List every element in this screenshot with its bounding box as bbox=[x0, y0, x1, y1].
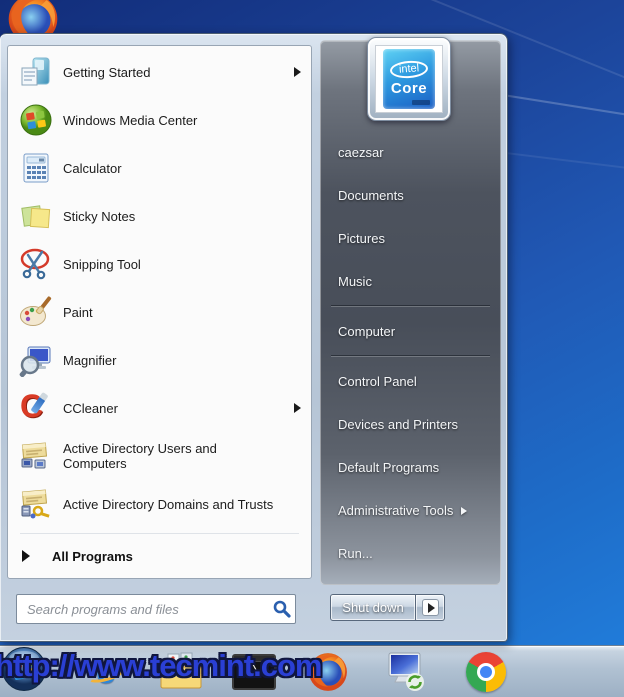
menu-item-windows-media-center[interactable]: Windows Media Center bbox=[8, 96, 311, 144]
submenu-arrow-icon bbox=[294, 67, 301, 77]
menu-item-label: Magnifier bbox=[63, 352, 117, 368]
start-menu-places-panel: caezsar Documents Pictures Music Compute… bbox=[320, 40, 501, 585]
menu-item-label: Paint bbox=[63, 304, 93, 320]
tecmint-watermark: http://www.tecmint.com bbox=[0, 648, 322, 683]
menu-item-documents[interactable]: Documents bbox=[321, 174, 500, 217]
menu-item-label: Computer bbox=[338, 324, 396, 339]
all-programs-arrow-icon bbox=[22, 550, 30, 562]
menu-item-paint[interactable]: Paint bbox=[8, 288, 311, 336]
menu-item-calculator[interactable]: Calculator bbox=[8, 144, 311, 192]
menu-item-snipping-tool[interactable]: Snipping Tool bbox=[8, 240, 311, 288]
menu-item-ad-users-computers[interactable]: Active Directory Users and Computers bbox=[8, 432, 311, 480]
start-menu: Getting Started Windows Media Center Cal… bbox=[0, 33, 508, 642]
shutdown-arrow-pill bbox=[421, 599, 439, 616]
menu-item-label: Active Directory Domains and Trusts bbox=[63, 496, 274, 512]
remote-desktop-icon bbox=[388, 652, 424, 691]
chrome-taskbar-icon[interactable] bbox=[464, 651, 508, 693]
menu-item-label: Administrative Tools bbox=[338, 503, 454, 518]
ad-domains-icon bbox=[18, 486, 54, 522]
submenu-arrow-icon bbox=[461, 506, 468, 515]
user-name-label: caezsar bbox=[338, 145, 384, 160]
menu-item-label: Music bbox=[338, 274, 372, 289]
snipping-tool-icon bbox=[18, 246, 54, 282]
menu-item-label: Pictures bbox=[338, 231, 385, 246]
getting-started-icon bbox=[18, 54, 54, 90]
menu-item-sticky-notes[interactable]: Sticky Notes bbox=[8, 192, 311, 240]
menu-item-label: CCleaner bbox=[63, 400, 118, 416]
menu-separator bbox=[331, 355, 490, 357]
search-icon[interactable] bbox=[271, 599, 295, 619]
search-box[interactable] bbox=[16, 594, 296, 624]
search-strip bbox=[7, 588, 312, 632]
menu-item-computer[interactable]: Computer bbox=[321, 310, 500, 353]
menu-item-label: Run... bbox=[338, 546, 373, 561]
menu-item-label: Sticky Notes bbox=[63, 208, 136, 224]
sticky-notes-icon bbox=[18, 198, 54, 234]
menu-item-getting-started[interactable]: Getting Started bbox=[8, 48, 311, 96]
avatar-card: intel Core bbox=[375, 45, 443, 113]
menu-item-label: Default Programs bbox=[338, 460, 440, 475]
menu-item-label: Control Panel bbox=[338, 374, 417, 389]
menu-item-ccleaner[interactable]: C CCleaner bbox=[8, 384, 311, 432]
media-center-icon bbox=[18, 102, 54, 138]
intel-core-badge: intel Core bbox=[383, 49, 435, 109]
menu-item-label: Calculator bbox=[63, 160, 122, 176]
shut-down-options-button[interactable] bbox=[416, 594, 445, 621]
shutdown-arrow-icon bbox=[427, 602, 435, 613]
calculator-icon bbox=[18, 150, 54, 186]
menu-item-devices-printers[interactable]: Devices and Printers bbox=[321, 403, 500, 446]
ad-users-icon bbox=[18, 438, 54, 474]
menu-item-run[interactable]: Run... bbox=[321, 532, 500, 575]
shut-down-button[interactable]: Shut down bbox=[330, 594, 416, 621]
menu-item-label: Snipping Tool bbox=[63, 256, 141, 272]
windows7-desktop-screen: Getting Started Windows Media Center Cal… bbox=[0, 0, 624, 697]
menu-item-label: Devices and Printers bbox=[338, 417, 458, 432]
menu-item-label: Active Directory Users and Computers bbox=[63, 441, 217, 471]
start-menu-program-list: Getting Started Windows Media Center Cal… bbox=[7, 45, 312, 579]
shutdown-row: Shut down bbox=[320, 590, 501, 630]
menu-item-default-programs[interactable]: Default Programs bbox=[321, 446, 500, 489]
intel-logo-text: intel bbox=[389, 59, 429, 80]
menu-item-label: Windows Media Center bbox=[63, 112, 198, 128]
menu-item-music[interactable]: Music bbox=[321, 260, 500, 303]
menu-item-label: Documents bbox=[338, 188, 404, 203]
menu-item-control-panel[interactable]: Control Panel bbox=[321, 360, 500, 403]
all-programs-label: All Programs bbox=[52, 548, 133, 564]
submenu-arrow-icon bbox=[294, 403, 301, 413]
menu-item-pictures[interactable]: Pictures bbox=[321, 217, 500, 260]
remote-desktop-taskbar-icon[interactable] bbox=[384, 651, 428, 693]
ccleaner-icon: C bbox=[18, 388, 54, 426]
core-logo-text: Core bbox=[390, 80, 428, 97]
badge-strip bbox=[412, 100, 430, 105]
user-name-item[interactable]: caezsar bbox=[321, 131, 500, 174]
menu-item-administrative-tools[interactable]: Administrative Tools bbox=[321, 489, 500, 532]
paint-icon bbox=[18, 294, 54, 330]
shut-down-label: Shut down bbox=[342, 600, 404, 615]
menu-separator bbox=[331, 305, 490, 307]
menu-item-ad-domains-trusts[interactable]: Active Directory Domains and Trusts bbox=[8, 480, 311, 528]
search-input[interactable] bbox=[17, 601, 271, 617]
menu-separator bbox=[20, 533, 299, 534]
chrome-icon bbox=[466, 652, 506, 692]
user-avatar[interactable]: intel Core bbox=[367, 37, 451, 121]
menu-item-magnifier[interactable]: Magnifier bbox=[8, 336, 311, 384]
all-programs-button[interactable]: All Programs bbox=[8, 538, 311, 574]
magnifier-icon bbox=[18, 342, 54, 378]
chrome-blue-center bbox=[480, 666, 492, 678]
menu-item-label: Getting Started bbox=[63, 64, 151, 80]
